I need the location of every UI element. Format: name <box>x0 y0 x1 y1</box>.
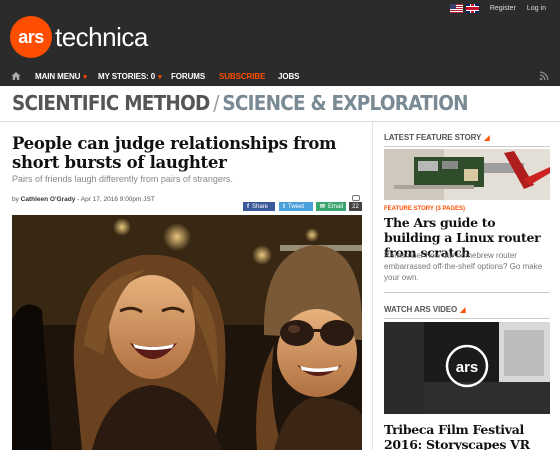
article: People can judge relationships from shor… <box>0 122 372 450</box>
article-date: - Apr 17, 2016 9:00pm JST <box>75 196 155 203</box>
feature-story-description: Remember how our homebrew router embarra… <box>384 251 543 282</box>
rss-icon[interactable] <box>539 71 549 81</box>
share-twitter-button[interactable]: t Tweet <box>279 202 313 211</box>
account-bar: Register Log in <box>449 2 546 14</box>
feature-story-label: FEATURE STORY (3 PAGES) <box>384 206 466 212</box>
share-label: Tweet <box>288 203 305 210</box>
site-header: Register Log in ars technica MAIN MENU ▾ … <box>0 0 560 88</box>
feature-story-image[interactable] <box>384 149 550 200</box>
nav-main-menu[interactable]: MAIN MENU ▾ <box>35 72 87 81</box>
uk-flag-icon[interactable] <box>465 3 479 13</box>
video-thumbnail[interactable]: ars <box>384 322 550 414</box>
comment-bubble-icon <box>352 195 360 201</box>
divider <box>384 292 550 293</box>
twitter-icon: t <box>283 203 285 210</box>
share-facebook-button[interactable]: f Share <box>243 202 275 211</box>
article-subhead: Pairs of friends laugh differently from … <box>12 174 233 184</box>
divider <box>384 146 550 147</box>
author-link[interactable]: Cathleen O'Grady <box>21 196 76 203</box>
site-logo[interactable]: ars technica <box>10 16 148 58</box>
video-ars-badge: ars <box>456 359 479 376</box>
watch-video-heading: WATCH ARS VIDEO ◢ <box>384 305 466 314</box>
comments-button[interactable]: 22 <box>349 195 362 211</box>
nav-my-stories[interactable]: MY STORIES: 0 ▾ <box>98 72 162 81</box>
nav-subscribe[interactable]: SUBSCRIBE <box>219 72 265 81</box>
comment-count: 22 <box>349 202 362 211</box>
section-secondary-link[interactable]: SCIENCE & EXPLORATION <box>222 91 468 115</box>
laughing-women-photo <box>12 215 362 450</box>
nav-jobs[interactable]: JOBS <box>278 72 299 81</box>
chevron-down-icon: ▾ <box>83 74 87 81</box>
article-lead-photo <box>12 215 362 450</box>
share-email-button[interactable]: ✉ Email <box>316 202 346 211</box>
logo-badge: ars <box>10 16 52 58</box>
chevron-icon: ◢ <box>460 307 466 314</box>
byline-prefix: by <box>12 196 21 203</box>
nav-forums[interactable]: FORUMS <box>171 72 205 81</box>
us-flag-icon[interactable] <box>449 3 463 13</box>
chevron-down-icon: ▾ <box>158 74 162 81</box>
logo-wordmark: technica <box>55 21 148 52</box>
section-header: SCIENTIFIC METHOD / SCIENCE & EXPLORATION <box>0 86 560 122</box>
video-still: ars <box>384 322 550 414</box>
section-separator: / <box>213 91 219 115</box>
video-title[interactable]: Tribeca Film Festival 2016: Storyscapes … <box>384 422 554 450</box>
facebook-icon: f <box>247 203 249 210</box>
share-label: Share <box>252 203 269 210</box>
router-hardware-photo <box>384 149 550 200</box>
divider <box>384 318 550 319</box>
home-icon[interactable] <box>11 71 21 81</box>
article-byline: by Cathleen O'Grady - Apr 17, 2016 9:00p… <box>12 196 155 203</box>
share-label: Email <box>328 203 344 210</box>
main-nav: MAIN MENU ▾ MY STORIES: 0 ▾ FORUMS SUBSCRI… <box>0 68 560 86</box>
chevron-icon: ◢ <box>484 135 490 142</box>
sidebar: LATEST FEATURE STORY ◢ FEATURE STORY (3 P… <box>372 122 560 450</box>
section-primary-link[interactable]: SCIENTIFIC METHOD <box>12 91 210 115</box>
section-title: SCIENTIFIC METHOD / SCIENCE & EXPLORATION <box>12 91 469 115</box>
login-link[interactable]: Log in <box>527 5 546 12</box>
email-icon: ✉ <box>320 204 326 210</box>
register-link[interactable]: Register <box>490 5 516 12</box>
article-headline: People can judge relationships from shor… <box>12 134 337 172</box>
latest-feature-heading: LATEST FEATURE STORY ◢ <box>384 133 490 142</box>
